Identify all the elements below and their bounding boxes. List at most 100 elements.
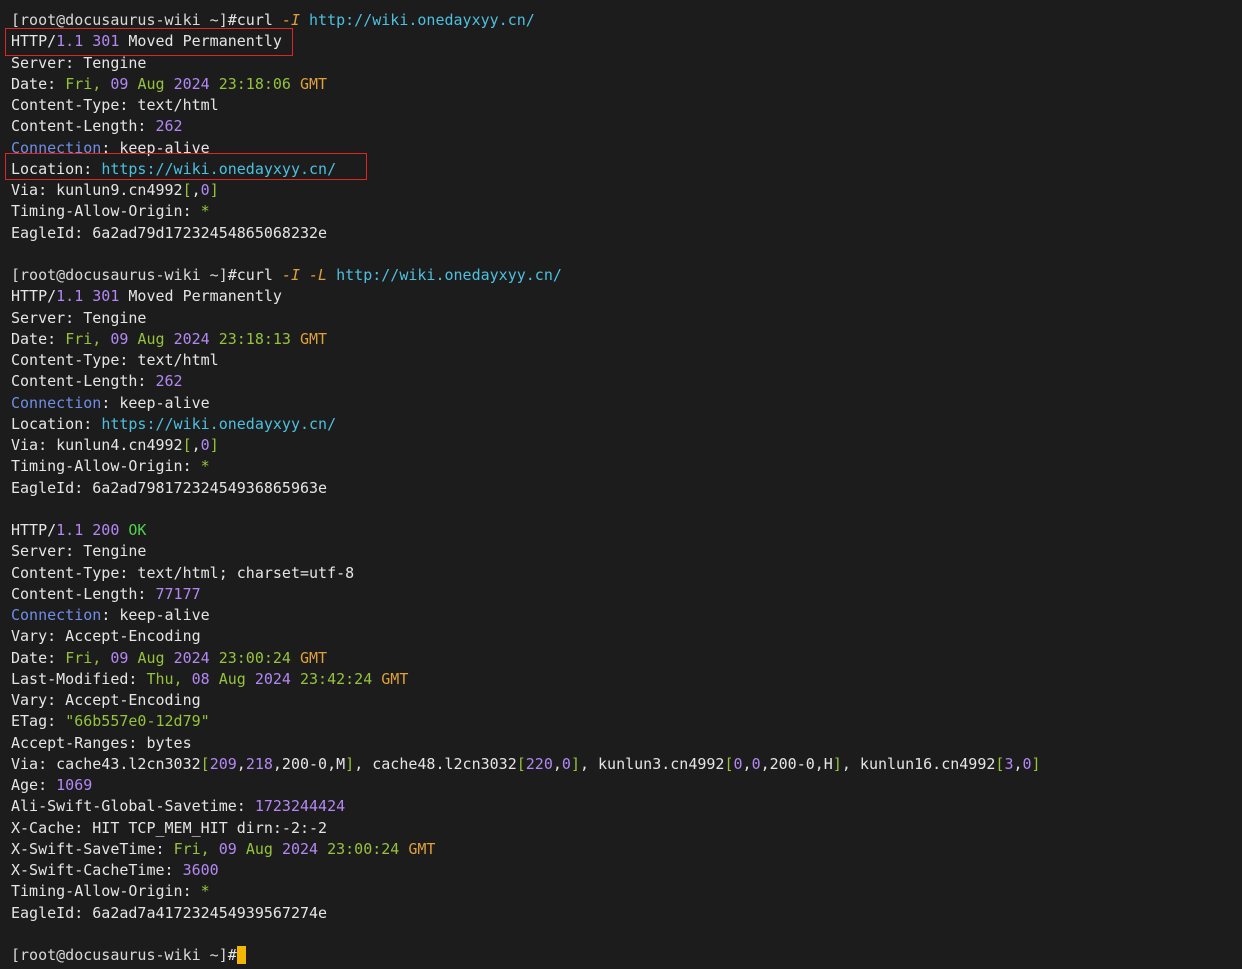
text-segment: 1.1 200 xyxy=(56,521,129,539)
output-line: Ali-Swift-Global-Savetime: 1723244424 xyxy=(11,796,1242,817)
highlight-box-location-line xyxy=(5,153,367,180)
text-segment: http://wiki.onedayxyy.cn/ xyxy=(309,11,535,29)
output-line: Date: Fri, 09 Aug 2024 23:00:24 GMT xyxy=(11,648,1242,669)
text-segment: : keep-alive xyxy=(101,606,210,624)
text-segment: Server: Tengine xyxy=(11,53,147,72)
text-segment: ] xyxy=(345,754,355,773)
text-segment: [ xyxy=(182,436,192,454)
text-segment: 0 xyxy=(751,754,761,773)
text-segment: Aug xyxy=(137,74,174,93)
output-line: Server: Tengine xyxy=(11,308,1242,329)
text-segment: EagleId: 6a2ad79d17232454865068232e xyxy=(11,223,328,242)
output-line: Via: kunlun9.cn4992[,0] xyxy=(11,180,1242,201)
text-segment: [root@docusaurus-wiki ~] xyxy=(11,946,228,964)
terminal-window[interactable]: [root@docusaurus-wiki ~]#curl -I http://… xyxy=(0,0,1242,969)
text-segment: , xyxy=(1013,754,1023,773)
output-line: HTTP/1.1 301 Moved Permanently xyxy=(11,286,1242,307)
output-line: Content-Length: 262 xyxy=(11,371,1242,392)
output-line: ETag: "66b557e0-12d79" xyxy=(11,711,1242,732)
output-line: Content-Length: 262 xyxy=(11,116,1242,137)
text-segment: Connection xyxy=(11,606,102,624)
text-segment: 262 xyxy=(155,372,183,391)
text-segment: 0 xyxy=(561,754,571,773)
output-line: Connection: keep-alive xyxy=(11,605,1242,626)
text-segment: Thu, xyxy=(146,669,192,688)
text-segment: Ali-Swift-Global-Savetime: xyxy=(11,797,255,816)
output-line: Date: Fri, 09 Aug 2024 23:18:06 GMT xyxy=(11,74,1242,95)
text-segment: Age: xyxy=(11,776,57,794)
text-segment: Date: xyxy=(11,329,66,348)
text-segment: 09 xyxy=(110,74,138,93)
text-segment: GMT xyxy=(408,839,436,858)
text-segment: Content-Length: xyxy=(11,584,156,603)
output-line: Content-Type: text/html xyxy=(11,350,1242,371)
cursor-block xyxy=(236,946,246,964)
prompt-line: [root@docusaurus-wiki ~]#curl -I -L http… xyxy=(11,265,1242,286)
text-segment: [ xyxy=(516,754,526,773)
text-segment: , xyxy=(191,436,201,454)
output-line: HTTP/1.1 200 OK xyxy=(11,520,1242,541)
text-segment: : keep-alive xyxy=(101,393,210,412)
text-segment: 09 xyxy=(218,839,246,858)
text-segment: ] xyxy=(570,754,580,773)
output-line: Timing-Allow-Origin: * xyxy=(11,201,1242,222)
text-segment: Timing-Allow-Origin: xyxy=(11,457,201,476)
text-segment: "66b557e0-12d79" xyxy=(65,712,210,731)
text-segment: Vary: Accept-Encoding xyxy=(11,627,201,646)
output-line: Connection: keep-alive xyxy=(11,393,1242,414)
text-segment: Timing-Allow-Origin: xyxy=(11,882,201,901)
text-segment: Location: xyxy=(11,414,102,433)
text-segment: Vary: Accept-Encoding xyxy=(11,691,201,709)
output-line: X-Cache: HIT TCP_MEM_HIT dirn:-2:-2 xyxy=(11,818,1242,839)
text-segment: ] xyxy=(209,436,219,454)
text-segment: 0 xyxy=(1022,754,1032,773)
text-segment: 2024 xyxy=(173,648,219,667)
text-segment: 0 xyxy=(200,181,210,199)
output-line: Vary: Accept-Encoding xyxy=(11,626,1242,647)
text-segment: # xyxy=(227,946,237,964)
text-segment: Aug xyxy=(218,669,255,688)
output-line: Content-Type: text/html; charset=utf-8 xyxy=(11,563,1242,584)
text-segment: Content-Length: xyxy=(11,372,156,391)
text-segment: HTTP/ xyxy=(11,521,57,539)
text-segment: http://wiki.onedayxyy.cn/ xyxy=(336,266,562,284)
text-segment: 220 xyxy=(525,754,553,773)
text-segment: * xyxy=(200,882,210,901)
text-segment: ] xyxy=(832,754,842,773)
text-segment: 1069 xyxy=(56,776,93,794)
output-line: Accept-Ranges: bytes xyxy=(11,733,1242,754)
text-segment: 2024 xyxy=(173,74,219,93)
text-segment: HTTP/ xyxy=(11,287,57,306)
text-segment: Via: cache43.l2cn3032 xyxy=(11,754,201,773)
output-line: Timing-Allow-Origin: * xyxy=(11,881,1242,902)
text-segment: [ xyxy=(182,181,192,199)
text-segment: 1723244424 xyxy=(254,797,346,816)
text-segment: 23:18:13 xyxy=(218,329,300,348)
text-segment: , xyxy=(191,181,201,199)
text-segment: [root@docusaurus-wiki ~] xyxy=(11,11,228,29)
text-segment: Fri, xyxy=(173,839,219,858)
output-line: EagleId: 6a2ad79817232454936865963e xyxy=(11,478,1242,499)
text-segment: Timing-Allow-Origin: xyxy=(11,202,201,221)
text-segment: 2024 xyxy=(254,669,300,688)
text-segment: , cache48.l2cn3032 xyxy=(354,754,517,773)
text-segment: GMT xyxy=(381,669,409,688)
output-line: Content-Length: 77177 xyxy=(11,584,1242,605)
text-segment: ,200-0,H xyxy=(760,754,833,773)
text-segment: Aug xyxy=(245,839,282,858)
text-segment: Fri, xyxy=(65,648,111,667)
text-segment: 0 xyxy=(733,754,743,773)
text-segment: [ xyxy=(724,754,734,773)
text-segment: EagleId: 6a2ad79817232454936865963e xyxy=(11,478,328,497)
text-segment: Aug xyxy=(137,329,174,348)
output-line: X-Swift-SaveTime: Fri, 09 Aug 2024 23:00… xyxy=(11,839,1242,860)
text-segment: Content-Length: xyxy=(11,117,156,136)
output-line: Via: kunlun4.cn4992[,0] xyxy=(11,435,1242,456)
text-segment: 262 xyxy=(155,117,183,136)
text-segment: 218 xyxy=(245,754,273,773)
output-line: Content-Type: text/html xyxy=(11,95,1242,116)
text-segment: ETag: xyxy=(11,712,66,731)
